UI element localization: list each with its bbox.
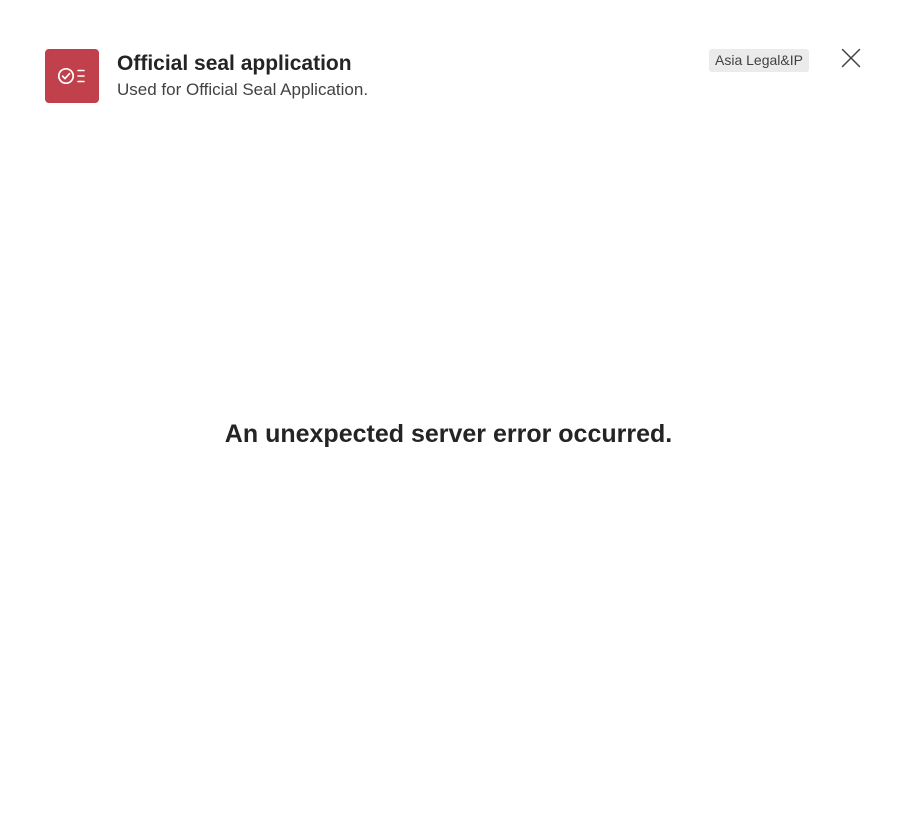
dialog-header: Official seal application Used for Offic… [0,0,897,120]
close-button[interactable] [834,41,867,74]
message-area: An unexpected server error occurred. [0,410,897,458]
category-tag: Asia Legal&IP [709,49,809,72]
title-block: Official seal application Used for Offic… [117,51,677,101]
close-icon [841,48,861,68]
app-tile [45,49,99,103]
app-title: Official seal application [117,52,352,75]
error-message: An unexpected server error occurred. [224,420,673,448]
app-dialog: Official seal application Used for Offic… [0,0,897,819]
app-subtitle: Used for Official Seal Application. [117,80,369,99]
checklist-icon [57,66,87,86]
